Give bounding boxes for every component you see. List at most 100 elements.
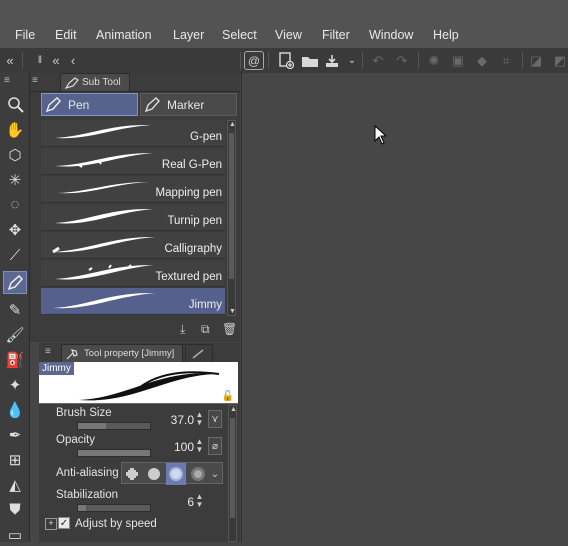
chevron-left-icon[interactable]: ‹ xyxy=(63,51,83,70)
opacity-pressure-toggle[interactable]: ⌀ xyxy=(208,437,222,455)
pen-pressure-toggle[interactable]: ⋎ xyxy=(208,410,222,428)
brush-icon[interactable]: 🖌 xyxy=(3,323,27,346)
marker-icon xyxy=(144,96,160,112)
opacity-slider[interactable] xyxy=(77,449,151,457)
aa-none-icon[interactable] xyxy=(122,463,142,485)
brush-item-calligraphy[interactable]: Calligraphy xyxy=(41,232,225,259)
brush-stroke-preview xyxy=(57,182,149,194)
tool-property-panel: ≡ Tool property [Jimmy] Jimmy 🔓 Brush Si… xyxy=(39,343,240,542)
loading-icon[interactable]: ✺ xyxy=(424,51,444,70)
brush-item-g-pen[interactable]: G-pen xyxy=(41,120,225,147)
lasso-icon[interactable]: ◌ xyxy=(3,193,27,216)
brush-shape-tab[interactable] xyxy=(185,344,213,362)
anti-aliasing-label: Anti-aliasing xyxy=(56,467,119,479)
airbrush-icon[interactable]: ⛽ xyxy=(3,348,27,371)
new-file-icon[interactable] xyxy=(276,51,296,70)
menu-bar: File Edit Animation Layer Select View Fi… xyxy=(0,0,568,48)
pen-tool-icon[interactable] xyxy=(3,271,27,294)
ink-pen-icon[interactable]: ✒ xyxy=(3,423,27,446)
brush-stroke-preview xyxy=(55,153,153,168)
crop-icon[interactable]: ⌗ xyxy=(496,51,516,70)
menu-help[interactable]: Help xyxy=(433,28,459,42)
eraser-icon[interactable]: ◭ xyxy=(3,473,27,496)
menu-window[interactable]: Window xyxy=(369,28,413,42)
move-icon[interactable]: ✥ xyxy=(3,218,27,241)
zoom-icon[interactable] xyxy=(3,93,27,116)
group-tab-label: Marker xyxy=(167,97,205,112)
stabilization-slider[interactable] xyxy=(77,504,151,512)
pen-icon xyxy=(192,348,204,359)
stabilization-value[interactable]: 6 xyxy=(160,495,194,509)
stabilization-spinner[interactable]: ▲ ▼ xyxy=(195,493,204,511)
lock-icon[interactable]: 🔓 xyxy=(222,391,234,402)
brush-size-value[interactable]: 37.0 xyxy=(160,413,194,427)
brush-size-label: Brush Size xyxy=(56,407,112,419)
pen-icon xyxy=(45,96,61,112)
brush-label: Calligraphy xyxy=(164,243,222,255)
group-tab-pen[interactable]: Pen xyxy=(41,93,138,116)
menu-filter[interactable]: Filter xyxy=(322,28,350,42)
canvas-area[interactable] xyxy=(241,73,568,542)
collapse-left-icon[interactable]: « xyxy=(0,51,20,70)
anti-aliasing-selector: ⌄ xyxy=(121,462,223,485)
redo-icon[interactable]: ↷ xyxy=(392,51,412,70)
brush-item-real-g-pen[interactable]: Real G-Pen xyxy=(41,148,225,175)
panel-menu-icon[interactable]: ≡ xyxy=(45,346,51,357)
brush-stroke-preview xyxy=(55,124,151,139)
transform-icon[interactable]: ◪ xyxy=(526,51,546,70)
aa-strong-icon[interactable] xyxy=(188,463,208,485)
chevron-down-icon[interactable]: ⌄ xyxy=(342,51,362,70)
brush-label: Turnip pen xyxy=(167,215,222,227)
clear-icon[interactable]: ▣ xyxy=(448,51,468,70)
brush-size-slider[interactable] xyxy=(77,422,151,430)
brush-size-spinner[interactable]: ▲ ▼ xyxy=(195,411,204,429)
duplicate-icon[interactable]: ⧉ xyxy=(201,322,210,337)
gradient-icon[interactable]: ▭ xyxy=(3,523,27,546)
aa-medium-icon[interactable] xyxy=(166,463,186,485)
chevron-down-icon[interactable]: ⌄ xyxy=(208,463,222,485)
grid-icon[interactable]: ⊞ xyxy=(3,448,27,471)
expand-icon[interactable]: + xyxy=(45,518,57,530)
brush-item-turnip-pen[interactable]: Turnip pen xyxy=(41,204,225,231)
adjust-by-speed-checkbox[interactable]: ✓ xyxy=(58,517,70,529)
pencil-icon[interactable]: ✎ xyxy=(3,298,27,321)
brush-item-mapping-pen[interactable]: Mapping pen xyxy=(41,176,225,203)
blend-icon[interactable]: 💧 xyxy=(3,398,27,421)
object-icon[interactable]: ⬡ xyxy=(3,143,27,166)
save-icon[interactable] xyxy=(322,51,342,70)
decoration-icon[interactable]: ✦ xyxy=(3,373,27,396)
tool-bar: ≡ ✋ ⬡ ✳ ◌ ✥ ⟋ ✎ 🖌 ⛽ ✦ 💧 ✒ ⊞ ◭ ⛊ ▭ xyxy=(0,73,30,544)
opacity-value[interactable]: 100 xyxy=(160,440,194,454)
deselect-icon[interactable]: ◩ xyxy=(550,51,568,70)
brush-list-scrollbar[interactable]: ▲ ▼ xyxy=(227,120,236,316)
menu-view[interactable]: View xyxy=(275,28,302,42)
tool-property-tab[interactable]: Tool property [Jimmy] xyxy=(61,344,183,362)
copy-subtool-icon[interactable]: ⤓ xyxy=(180,322,185,337)
sub-tool-tab[interactable]: Sub Tool xyxy=(60,73,130,91)
auto-select-icon[interactable]: ✳ xyxy=(3,168,27,191)
menu-select[interactable]: Select xyxy=(222,28,257,42)
panel-menu-icon[interactable]: ≡ xyxy=(32,75,38,86)
open-folder-icon[interactable] xyxy=(300,51,320,70)
menu-file[interactable]: File xyxy=(15,28,35,42)
hand-icon[interactable]: ✋ xyxy=(3,118,27,141)
clip-studio-icon[interactable]: @ xyxy=(244,51,264,70)
menu-edit[interactable]: Edit xyxy=(55,28,77,42)
menu-animation[interactable]: Animation xyxy=(96,28,152,42)
eyedropper-icon[interactable]: ⟋ xyxy=(3,244,27,267)
property-scrollbar[interactable]: ▲ xyxy=(228,405,237,542)
fill-icon[interactable]: ◆ xyxy=(472,51,492,70)
undo-icon[interactable]: ↶ xyxy=(368,51,388,70)
brush-label: Mapping pen xyxy=(155,187,223,199)
brush-item-textured-pen[interactable]: Textured pen xyxy=(41,260,225,287)
trash-icon[interactable]: 🗑 xyxy=(222,322,237,336)
preview-brush-name: Jimmy xyxy=(39,362,74,375)
menu-layer[interactable]: Layer xyxy=(173,28,204,42)
brush-item-jimmy[interactable]: Jimmy xyxy=(41,288,225,315)
aa-weak-icon[interactable] xyxy=(144,463,164,485)
group-tab-marker[interactable]: Marker xyxy=(140,93,237,116)
brush-stroke-preview xyxy=(52,236,155,254)
opacity-spinner[interactable]: ▲ ▼ xyxy=(195,438,204,456)
fill-bucket-icon[interactable]: ⛊ xyxy=(3,498,27,521)
menu-icon[interactable]: ≡ xyxy=(4,75,10,86)
